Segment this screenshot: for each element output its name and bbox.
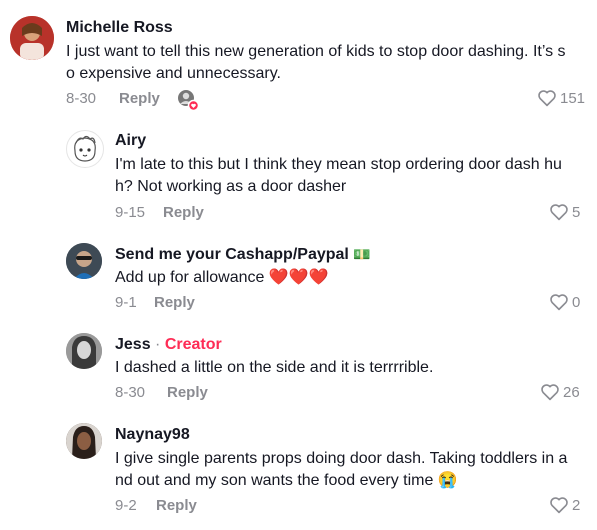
money-emoji: 💵 — [353, 246, 371, 262]
like-button[interactable]: 5 — [549, 203, 580, 221]
avatar-image — [66, 333, 102, 369]
comment-text: Add up for allowance ❤️❤️❤️ — [115, 269, 329, 286]
reply-button[interactable]: Reply — [163, 204, 204, 221]
comment-username[interactable]: Naynay98 — [115, 426, 190, 444]
comment-text: I give single parents props doing door d… — [115, 450, 568, 489]
heart-outline-icon — [541, 384, 559, 401]
like-count: 0 — [572, 293, 581, 311]
like-count: 151 — [560, 89, 586, 107]
comment-jess: Jess · Creator I dashed a little on the … — [0, 325, 597, 415]
comment-date: 8-30 — [66, 90, 97, 107]
avatar-image — [66, 423, 102, 459]
reply-button[interactable]: Reply — [154, 294, 195, 311]
creator-avatar-liked-icon — [177, 89, 200, 112]
comment-michelle-ross: Michelle Ross I just want to tell this n… — [0, 0, 597, 120]
reply-button[interactable]: Reply — [156, 497, 197, 514]
comment-date: 9-2 — [115, 497, 137, 514]
heart-outline-icon — [550, 294, 568, 311]
comment-username[interactable]: Airy — [115, 132, 146, 150]
comment-text: I just want to tell this new generation … — [66, 43, 566, 82]
creator-badge: Creator — [164, 336, 222, 353]
avatar[interactable] — [66, 423, 102, 459]
like-button[interactable]: 26 — [540, 383, 580, 401]
comment-username[interactable]: Michelle Ross — [66, 19, 173, 37]
reply-button[interactable]: Reply — [119, 90, 160, 107]
comment-username[interactable]: Jess · Creator — [115, 336, 222, 354]
comment-date: 9-15 — [115, 204, 146, 221]
avatar[interactable] — [66, 243, 102, 279]
heart-emojis: ❤️❤️❤️ — [268, 269, 329, 286]
comment-date: 8-30 — [115, 384, 146, 401]
comment-date: 9-1 — [115, 294, 137, 311]
comment-send-me-your-cashapp: Send me your Cashapp/Paypal 💵 Add up for… — [0, 235, 597, 325]
like-button[interactable]: 151 — [537, 89, 585, 107]
like-button[interactable]: 0 — [549, 293, 580, 311]
reply-button[interactable]: Reply — [167, 384, 208, 401]
comment-naynay98: Naynay98 I give single parents props doi… — [0, 415, 597, 530]
like-count: 26 — [563, 383, 580, 401]
avatar-image — [74, 135, 96, 162]
avatar-image — [66, 243, 102, 279]
avatar[interactable] — [66, 333, 102, 369]
like-count: 2 — [572, 496, 581, 514]
comment-airy: Airy I'm late to this but I think they m… — [0, 120, 597, 235]
heart-outline-icon — [550, 204, 568, 221]
heart-outline-icon — [538, 90, 556, 107]
avatar[interactable] — [10, 16, 54, 60]
like-count: 5 — [572, 203, 581, 221]
comment-text: I'm late to this but I think they mean s… — [115, 156, 562, 195]
comment-text: I dashed a little on the side and it is … — [115, 359, 434, 376]
avatar-image — [10, 16, 54, 60]
avatar[interactable] — [66, 130, 104, 168]
crying-emoji: 😭 — [437, 472, 458, 489]
like-button[interactable]: 2 — [549, 496, 580, 514]
comment-username[interactable]: Send me your Cashapp/Paypal 💵 — [115, 246, 371, 264]
heart-outline-icon — [550, 497, 568, 514]
